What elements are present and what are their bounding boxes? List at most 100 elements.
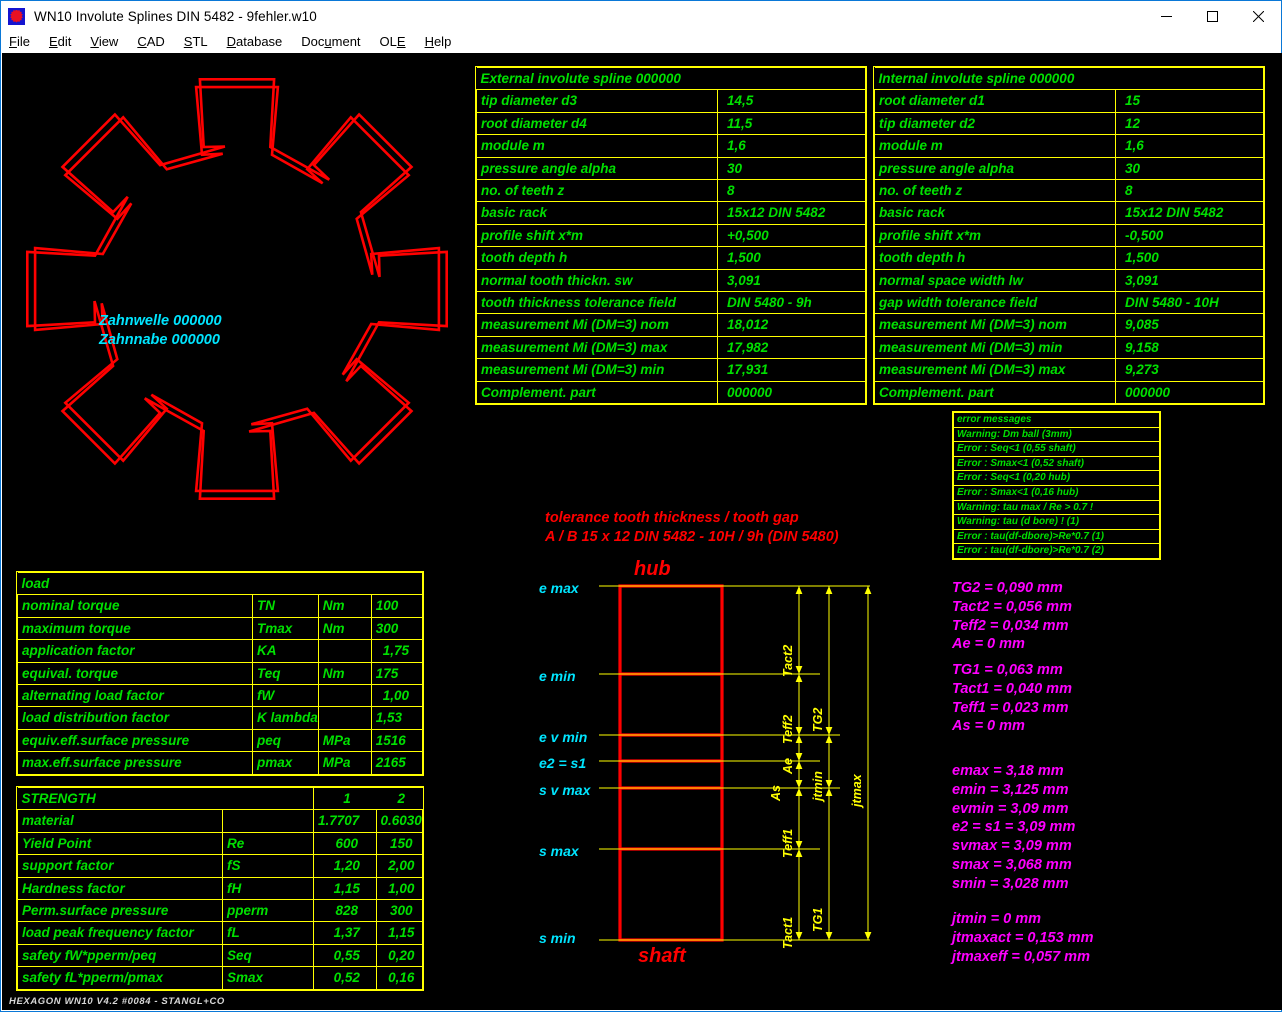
row-label: basic rack <box>875 202 1116 224</box>
menu-acc: u <box>324 34 331 49</box>
strength-table-title: STRENGTH <box>18 788 314 810</box>
error-row: Error : tau(df-dbore)>Re*0.7 (1) <box>954 529 1160 544</box>
row-label: equiv.eff.surface pressure <box>18 729 253 751</box>
error-title-row: error messages <box>954 413 1160 428</box>
row-label: measurement Mi (DM=3) min <box>477 359 718 381</box>
row-label: measurement Mi (DM=3) max <box>477 336 718 358</box>
menu-item-document[interactable]: Document <box>301 34 360 49</box>
menu-item-stl[interactable]: STL <box>184 34 208 49</box>
error-row: Warning: tau max / Re > 0.7 ! <box>954 500 1160 515</box>
dim-label-tact2: Tact2 <box>781 645 795 677</box>
row-value: 14,5 <box>718 90 866 112</box>
maximize-icon[interactable] <box>1189 1 1235 31</box>
row-symbol: fW <box>253 685 319 707</box>
row-value: 1,500 <box>718 247 866 269</box>
row-value-2: 300 <box>376 900 423 922</box>
row-value-2: 150 <box>376 832 423 854</box>
table-row: tooth depth h1,500 <box>477 247 866 269</box>
label-zahnwelle: Zahnwelle 000000 <box>99 313 222 329</box>
error-message: Error : Smax<1 (0,16 hub) <box>954 485 1160 500</box>
drawing-canvas[interactable]: Zahnwelle 000000Zahnnabe 000000 External… <box>2 53 1282 995</box>
row-symbol: Tmax <box>253 617 319 639</box>
result-line: TG2 = 0,090 mm <box>952 580 1063 596</box>
row-symbol: fL <box>223 922 314 944</box>
row-value: -0,500 <box>1116 224 1264 246</box>
row-label: Complement. part <box>875 381 1116 403</box>
table-row: Complement. part000000 <box>875 381 1264 403</box>
external-spline-table: External involute spline 000000 tip diam… <box>475 66 867 405</box>
error-row: Error : Smax<1 (0,52 shaft) <box>954 456 1160 471</box>
result-line: emax = 3,18 mm <box>952 763 1064 779</box>
menu-item-file[interactable]: File <box>9 34 30 49</box>
minimize-icon[interactable] <box>1143 1 1189 31</box>
results-group-tg2: TG2 = 0,090 mm Tact2 = 0,056 mm Teff2 = 0,… <box>952 579 1072 654</box>
row-label: gap width tolerance field <box>875 292 1116 314</box>
menu-pre: OL <box>380 34 397 49</box>
menu-item-cad[interactable]: CAD <box>137 34 164 49</box>
menu-item-view[interactable]: View <box>90 34 118 49</box>
table-row: maximum torqueTmaxNm300 <box>18 617 423 639</box>
row-label: no. of teeth z <box>875 180 1116 202</box>
menu-item-ole[interactable]: OLE <box>380 34 406 49</box>
row-value-2: 0,16 <box>376 967 423 989</box>
strength-col1-header: 1 <box>314 788 377 810</box>
menu-acc: E <box>397 34 406 49</box>
diagram-hub-label: hub <box>634 558 671 581</box>
row-label: profile shift x*m <box>875 224 1116 246</box>
row-value-1: 600 <box>314 832 377 854</box>
row-label: load distribution factor <box>18 707 253 729</box>
row-label: root diameter d4 <box>477 112 718 134</box>
result-line: Teff1 = 0,023 mm <box>952 700 1068 716</box>
level-label-e2s1: e2 = s1 <box>539 755 586 771</box>
menu-item-edit[interactable]: Edit <box>49 34 71 49</box>
row-value-2: 2,00 <box>376 855 423 877</box>
row-value: 15x12 DIN 5482 <box>1116 202 1264 224</box>
table-title-row: Internal involute spline 000000 <box>875 68 1264 90</box>
menu-post: AD <box>147 34 165 49</box>
menu-post: dit <box>58 34 72 49</box>
row-label: support factor <box>18 855 223 877</box>
row-label: measurement Mi (DM=3) nom <box>477 314 718 336</box>
menu-item-help[interactable]: Help <box>425 34 452 49</box>
close-icon[interactable] <box>1235 1 1281 31</box>
status-bar: HEXAGON WN10 V4.2 #0084 - STANGL+CO <box>2 993 1282 1010</box>
row-value-1: 0,55 <box>314 944 377 966</box>
table-row: pressure angle alpha30 <box>477 157 866 179</box>
row-label: Yield Point <box>18 832 223 854</box>
error-message: Error : Seq<1 (0,55 shaft) <box>954 442 1160 457</box>
row-label: measurement Mi (DM=3) nom <box>875 314 1116 336</box>
menu-post: TL <box>192 34 207 49</box>
error-row: Error : tau(df-dbore)>Re*0.7 (2) <box>954 544 1160 559</box>
row-label: profile shift x*m <box>477 224 718 246</box>
row-value: 1516 <box>371 729 422 751</box>
result-line: Teff2 = 0,034 mm <box>952 618 1068 634</box>
row-label: tooth thickness tolerance field <box>477 292 718 314</box>
table-row: measurement Mi (DM=3) min17,931 <box>477 359 866 381</box>
row-label: nominal torque <box>18 595 253 617</box>
results-group-tg1: TG1 = 0,063 mmTact1 = 0,040 mmTeff1 = 0,… <box>952 661 1072 736</box>
table-row: profile shift x*m-0,500 <box>875 224 1264 246</box>
table-row: material1.77070.6030 <box>18 810 423 832</box>
row-unit <box>318 640 371 662</box>
menu-acc: D <box>227 34 236 49</box>
application-window: WN10 Involute Splines DIN 5482 - 9fehler… <box>0 0 1282 1012</box>
row-value: 17,982 <box>718 336 866 358</box>
row-value: 3,091 <box>1116 269 1264 291</box>
row-value: DIN 5480 - 10H <box>1116 292 1264 314</box>
result-line: Tact2 = 0,056 mm <box>952 599 1072 615</box>
dim-label-teff2: Teff2 <box>781 715 795 744</box>
row-value: 8 <box>718 180 866 202</box>
row-value: 000000 <box>1116 381 1264 403</box>
row-value: 11,5 <box>718 112 866 134</box>
row-value: 300 <box>371 617 422 639</box>
table-row: tip diameter d314,5 <box>477 90 866 112</box>
row-unit <box>318 707 371 729</box>
menu-item-database[interactable]: Database <box>227 34 283 49</box>
row-label: module m <box>875 135 1116 157</box>
row-label: pressure angle alpha <box>875 157 1116 179</box>
error-message: Error : Smax<1 (0,52 shaft) <box>954 456 1160 471</box>
table-title-row: External involute spline 000000 <box>477 68 866 90</box>
row-label: normal tooth thickn. sw <box>477 269 718 291</box>
row-value-2: 1,15 <box>376 922 423 944</box>
error-row: Error : Seq<1 (0,20 hub) <box>954 471 1160 486</box>
